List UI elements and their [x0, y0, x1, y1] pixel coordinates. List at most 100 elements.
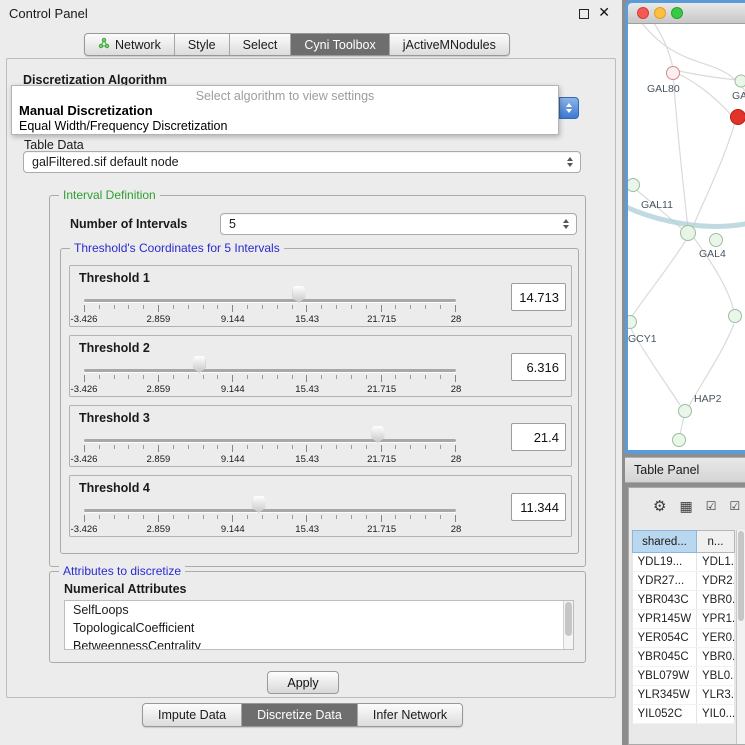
table-row[interactable]: YIL052CYIL0...: [633, 705, 735, 724]
table-panel-body: ⚙ ▦ ☑ ☑ shared... n... YDL19...YDL1... Y…: [628, 487, 745, 745]
list-item[interactable]: SelfLoops: [65, 601, 573, 619]
settings-gear-icon[interactable]: ⚙: [653, 497, 666, 515]
menu-item-manual-discretization[interactable]: Manual Discretization: [19, 103, 153, 118]
table-data-value: galFiltered.sif default node: [24, 155, 562, 169]
threshold-3-slider[interactable]: -3.426 2.859 9.144 15.43 21.715 28: [78, 426, 462, 466]
list-item[interactable]: BetweennessCentrality: [65, 637, 573, 650]
network-node[interactable]: [729, 310, 742, 323]
algorithm-dropdown-menu: Select algorithm to view settings Manual…: [11, 85, 559, 135]
network-node-selected[interactable]: [731, 110, 745, 125]
table-row[interactable]: YDL19...YDL1...: [633, 553, 735, 572]
list-scrollbar[interactable]: [563, 601, 573, 649]
threshold-2-value-field[interactable]: [511, 353, 566, 381]
table-row[interactable]: YBR043CYBR0...: [633, 591, 735, 610]
tab-cyni-toolbox[interactable]: Cyni Toolbox: [291, 34, 389, 55]
numerical-attributes-list[interactable]: SelfLoops TopologicalCoefficient Between…: [64, 600, 574, 650]
network-view-window: GAL80 GAL8 GAL11 GAL4 GCY1 HAP2: [625, 0, 745, 454]
table-row[interactable]: YDR27...YDR2...: [633, 572, 735, 591]
tab-label: jActiveMNodules: [403, 38, 496, 52]
table-row[interactable]: YER054CYER0...: [633, 629, 735, 648]
dropdown-hint: Select algorithm to view settings: [12, 89, 558, 103]
control-panel-window: Control Panel ✕ Network Style Select Cyn…: [0, 0, 622, 745]
tab-label: Cyni Toolbox: [304, 38, 375, 52]
apply-button[interactable]: Apply: [267, 671, 339, 694]
threshold-2-slider[interactable]: -3.426 2.859 9.144 15.43 21.715 28: [78, 356, 462, 396]
table-row[interactable]: YLR345WYLR3...: [633, 686, 735, 705]
node-label: GAL8: [732, 90, 745, 102]
threshold-1-slider-thumb[interactable]: [292, 286, 305, 303]
menu-item-equal-width-frequency[interactable]: Equal Width/Frequency Discretization: [19, 119, 227, 133]
table-row[interactable]: YBR045CYBR0...: [633, 648, 735, 667]
slider-ruler: [84, 515, 456, 523]
num-intervals-select[interactable]: 5: [220, 213, 577, 235]
table-row[interactable]: YPR145WYPR1...: [633, 610, 735, 629]
network-node[interactable]: [735, 75, 745, 87]
slider-scale-labels: -3.426 2.859 9.144 15.43 21.715 28: [84, 314, 456, 325]
table-panel-title: Table Panel: [634, 463, 699, 477]
scrollbar-thumb[interactable]: [565, 602, 572, 636]
threshold-1-slider[interactable]: -3.426 2.859 9.144 15.43 21.715 28: [78, 286, 462, 326]
group-legend: Attributes to discretize: [59, 564, 185, 578]
node-label: GAL11: [641, 199, 673, 211]
network-canvas[interactable]: GAL80 GAL8 GAL11 GAL4 GCY1 HAP2: [628, 24, 745, 450]
num-intervals-value: 5: [221, 217, 558, 231]
network-window-titlebar[interactable]: [628, 3, 745, 24]
threshold-3-slider-thumb[interactable]: [371, 426, 384, 443]
threshold-1-value-field[interactable]: [511, 283, 566, 311]
zoom-traffic-light[interactable]: [671, 7, 683, 19]
threshold-4-panel: Threshold 4 -3.426 2.859 9.144 15.43 21.…: [69, 475, 572, 537]
minimize-traffic-light[interactable]: [654, 7, 666, 19]
threshold-1-panel: Threshold 1 -3.426 2.859 9.144 15.43 21.…: [69, 265, 572, 327]
network-tab-icon: [98, 37, 110, 52]
tab-discretize-data[interactable]: Discretize Data: [242, 704, 358, 726]
threshold-2-slider-thumb[interactable]: [193, 356, 206, 373]
table-columns-icon[interactable]: ▦: [679, 498, 692, 515]
network-node[interactable]: [710, 234, 723, 247]
network-node[interactable]: [667, 67, 680, 80]
tab-network[interactable]: Network: [85, 34, 175, 55]
tab-select[interactable]: Select: [230, 34, 292, 55]
float-window-icon[interactable]: [579, 9, 589, 19]
bottom-tab-bar: Impute Data Discretize Data Infer Networ…: [142, 703, 463, 727]
table-panel-header[interactable]: Table Panel: [625, 457, 745, 483]
threshold-4-slider-thumb[interactable]: [252, 496, 265, 513]
slider-scale-labels: -3.426 2.859 9.144 15.43 21.715 28: [84, 524, 456, 535]
network-node[interactable]: [681, 226, 696, 241]
select-all-icon[interactable]: ☑: [706, 499, 717, 513]
tab-label: Style: [188, 38, 216, 52]
network-node[interactable]: [628, 179, 640, 192]
tab-label: Infer Network: [373, 708, 447, 722]
tab-jactivemnodules[interactable]: jActiveMNodules: [390, 34, 509, 55]
slider-ruler: [84, 305, 456, 313]
scrollbar-thumb[interactable]: [738, 531, 744, 621]
network-node[interactable]: [673, 434, 686, 447]
close-traffic-light[interactable]: [637, 7, 649, 19]
threshold-3-value-field[interactable]: [511, 423, 566, 451]
interval-definition-group: Interval Definition Number of Intervals …: [49, 195, 586, 567]
table-row[interactable]: YBL079WYBL0...: [633, 667, 735, 686]
close-icon[interactable]: ✕: [598, 4, 610, 20]
tab-style[interactable]: Style: [175, 34, 230, 55]
algorithm-combo-arrows[interactable]: [559, 97, 579, 119]
tab-infer-network[interactable]: Infer Network: [358, 704, 462, 726]
list-item[interactable]: TopologicalCoefficient: [65, 619, 573, 637]
column-header-name[interactable]: n...: [697, 531, 735, 553]
slider-ruler: [84, 375, 456, 383]
select-none-icon[interactable]: ☑: [729, 499, 740, 513]
table-data-select[interactable]: galFiltered.sif default node: [23, 151, 581, 173]
threshold-3-panel: Threshold 3 -3.426 2.859 9.144 15.43 21.…: [69, 405, 572, 467]
table-scrollbar[interactable]: [736, 530, 745, 744]
threshold-4-label: Threshold 4: [79, 481, 150, 495]
network-node[interactable]: [628, 316, 637, 329]
slider-scale-labels: -3.426 2.859 9.144 15.43 21.715 28: [84, 384, 456, 395]
numerical-attributes-title: Numerical Attributes: [64, 582, 186, 596]
group-legend: Interval Definition: [59, 188, 160, 202]
network-node[interactable]: [679, 405, 692, 418]
table-toolbar: ⚙ ▦ ☑ ☑: [629, 488, 745, 524]
stepper-arrows-icon: [558, 219, 576, 229]
column-header-shared-name[interactable]: shared...: [633, 531, 697, 553]
threshold-4-slider[interactable]: -3.426 2.859 9.144 15.43 21.715 28: [78, 496, 462, 536]
threshold-4-value-field[interactable]: [511, 493, 566, 521]
tab-impute-data[interactable]: Impute Data: [143, 704, 242, 726]
node-label: GAL80: [647, 83, 680, 95]
